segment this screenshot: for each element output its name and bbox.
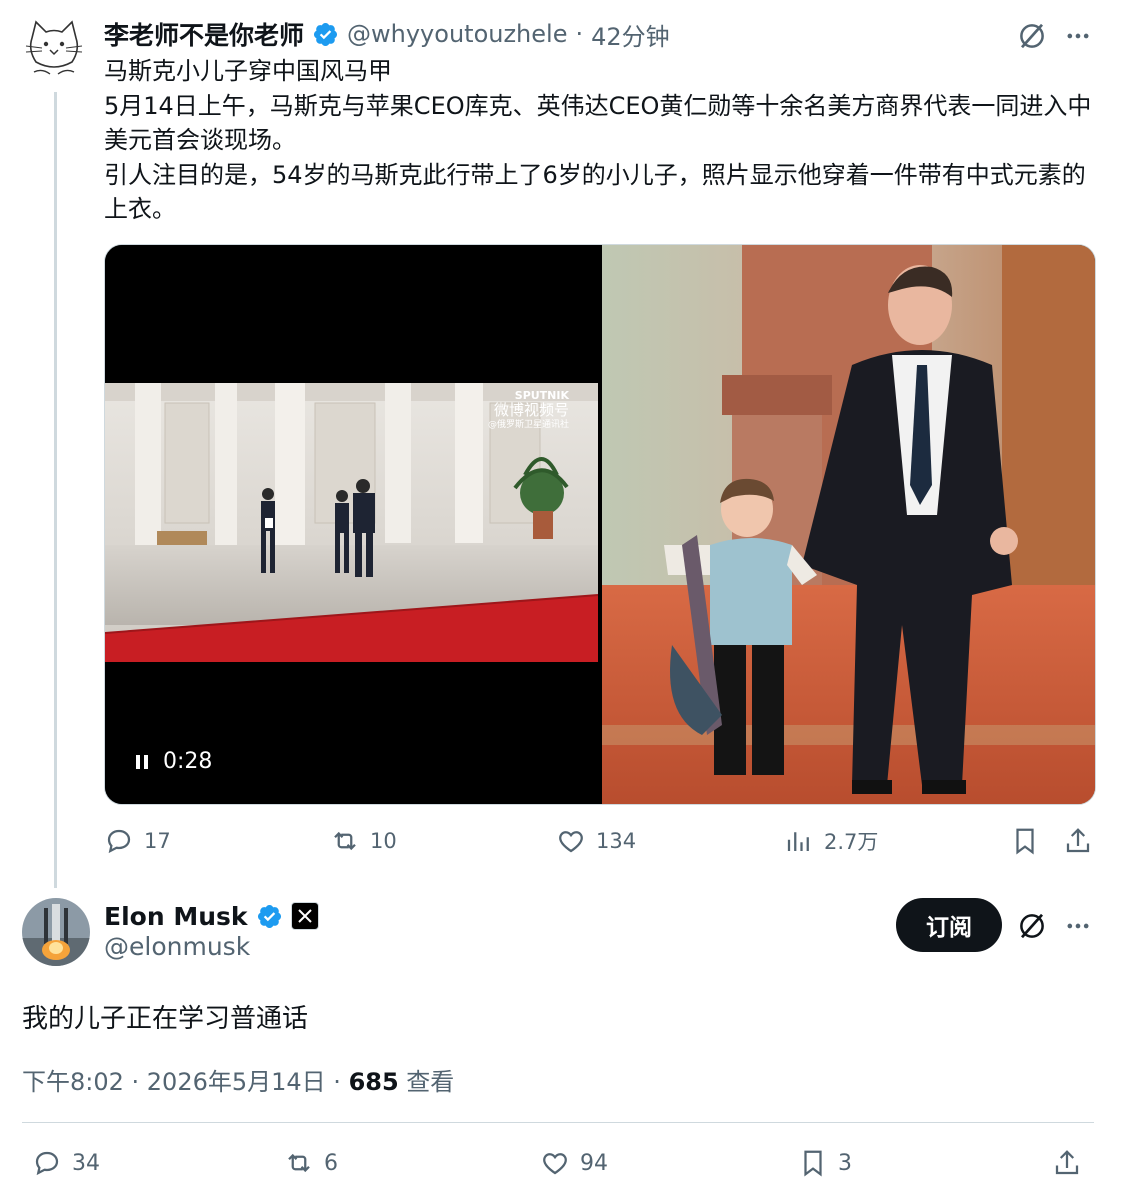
bookmark-button[interactable] (1010, 826, 1040, 856)
share-icon (1066, 828, 1090, 853)
header-separator: · (575, 20, 584, 48)
views-count: 2.7万 (824, 830, 879, 854)
video-duration: 0:28 (163, 749, 213, 774)
thread-connector-line (54, 92, 57, 888)
like-count: 134 (596, 829, 637, 853)
reply-share-button[interactable] (1052, 1148, 1082, 1178)
post-time[interactable]: 42分钟 (591, 17, 670, 52)
retweet-count: 10 (370, 829, 397, 853)
reply-retweet-button[interactable]: 6 (284, 1148, 338, 1178)
reply-count: 17 (144, 829, 171, 853)
watermark-line2: @俄罗斯卫星通讯社 (488, 420, 570, 430)
reply-like-count: 94 (580, 1150, 608, 1176)
bookmark-icon (1016, 828, 1034, 855)
reply-bookmark-count: 3 (838, 1150, 852, 1176)
verified-badge-icon (312, 21, 339, 48)
tweet-text: 马斯克小儿子穿中国风马甲 5月14日上午，马斯克与苹果CEO库克、英伟达CEO黄… (104, 57, 1092, 223)
reply-author-avatar[interactable] (22, 898, 90, 966)
pause-icon[interactable] (135, 754, 149, 770)
reply-meta: 下午8:02 · 2026年5月14日 · 685 查看 (22, 1062, 454, 1097)
heart-icon (559, 831, 583, 853)
reply-text: 我的儿子正在学习普通话 (22, 1004, 309, 1034)
video-watermark: SPUTNIK 微博视频号 @俄罗斯卫星通讯社 (488, 389, 569, 432)
more-options-icon[interactable] (1060, 18, 1096, 54)
tweet-media-grid[interactable]: SPUTNIK 微博视频号 @俄罗斯卫星通讯社 0:28 (104, 244, 1096, 805)
reply-reply-count: 34 (72, 1150, 100, 1176)
photo-musk-and-son[interactable] (602, 245, 1095, 804)
reply-icon (107, 829, 131, 854)
retweet-icon (334, 831, 356, 851)
rocket-launch-avatar-icon (22, 898, 90, 966)
grok-icon[interactable] (1012, 907, 1052, 945)
reply-views-label: 查看 (398, 1068, 455, 1096)
reply-reply-button[interactable]: 34 (32, 1148, 100, 1178)
x-affiliate-badge-icon (290, 902, 319, 930)
subscribe-button[interactable]: 订阅 (896, 898, 1002, 952)
video-controls[interactable]: 0:28 (135, 749, 212, 774)
reply-icon (35, 1151, 59, 1176)
reply-author-name[interactable]: Elon Musk (104, 902, 248, 931)
retweet-icon (288, 1153, 310, 1173)
reply-button[interactable]: 17 (104, 826, 171, 856)
video-player[interactable]: SPUTNIK 微博视频号 @俄罗斯卫星通讯社 0:28 (105, 245, 598, 804)
reply-views-count: 685 (348, 1068, 399, 1096)
video-frame: SPUTNIK 微博视频号 @俄罗斯卫星通讯社 (105, 383, 598, 662)
author-handle[interactable]: @whyyoutouzhele (347, 20, 567, 48)
retweet-button[interactable]: 10 (330, 826, 397, 856)
verified-badge-icon (256, 903, 283, 930)
author-avatar[interactable] (22, 16, 86, 80)
bookmark-icon (804, 1150, 822, 1177)
reply-header: Elon Musk (104, 899, 319, 933)
like-button[interactable]: 134 (556, 826, 636, 856)
views-button[interactable]: 2.7万 (784, 826, 878, 856)
watermark-line1: 微博视频号 (494, 401, 570, 419)
author-name[interactable]: 李老师不是你老师 (104, 16, 304, 52)
heart-icon (543, 1153, 567, 1175)
analytics-bar-icon (787, 832, 809, 851)
share-icon (1055, 1150, 1079, 1175)
share-button[interactable] (1063, 826, 1093, 856)
cat-sketch-avatar-icon (22, 16, 86, 80)
reply-timestamp[interactable]: 下午8:02 · 2026年5月14日 · (22, 1068, 349, 1096)
grok-icon[interactable] (1012, 18, 1052, 54)
reply-retweet-count: 6 (324, 1150, 338, 1176)
reply-bookmark-button[interactable]: 3 (798, 1148, 852, 1178)
reply-author-handle[interactable]: @elonmusk (104, 932, 250, 961)
photo-image (602, 245, 1095, 804)
tweet-header: 李老师不是你老师 @whyyoutouzhele · 42分钟 (104, 17, 670, 51)
reply-like-button[interactable]: 94 (540, 1148, 608, 1178)
more-options-icon[interactable] (1060, 907, 1096, 945)
divider (22, 1122, 1094, 1123)
